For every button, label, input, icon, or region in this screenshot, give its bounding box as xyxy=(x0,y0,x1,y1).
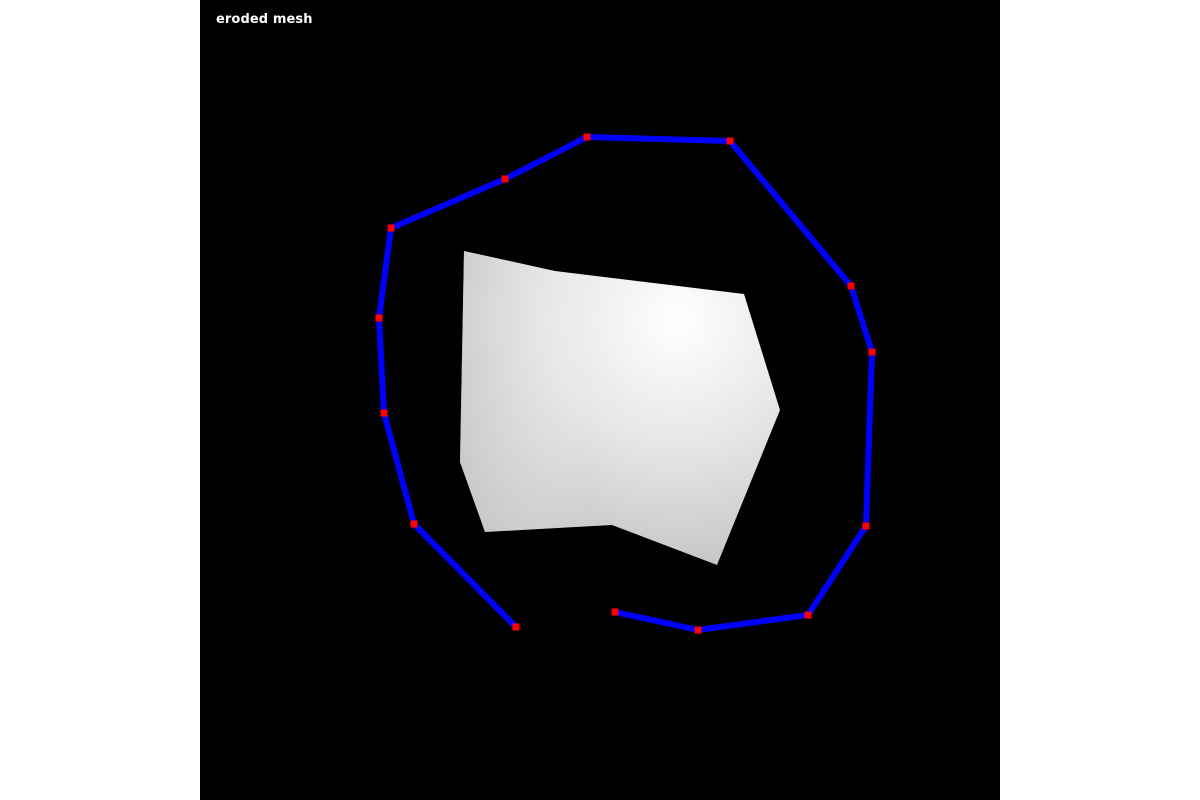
vertex-marker[interactable] xyxy=(380,409,388,417)
vertex-marker[interactable] xyxy=(862,522,870,530)
eroded-mesh-surface xyxy=(460,251,780,565)
3d-viewport[interactable]: eroded mesh xyxy=(200,0,1000,800)
vertex-marker[interactable] xyxy=(375,314,383,322)
vertex-marker[interactable] xyxy=(694,626,702,634)
page: eroded mesh xyxy=(0,0,1200,800)
vertex-marker[interactable] xyxy=(501,175,509,183)
vertex-marker[interactable] xyxy=(868,348,876,356)
vertex-marker[interactable] xyxy=(611,608,619,616)
vertex-marker[interactable] xyxy=(583,133,591,141)
scene-canvas[interactable] xyxy=(200,0,1000,800)
vertex-marker[interactable] xyxy=(726,137,734,145)
vertex-marker[interactable] xyxy=(410,520,418,528)
vertex-marker[interactable] xyxy=(387,224,395,232)
vertex-marker[interactable] xyxy=(512,623,520,631)
vertex-marker[interactable] xyxy=(847,282,855,290)
vertex-marker[interactable] xyxy=(804,611,812,619)
